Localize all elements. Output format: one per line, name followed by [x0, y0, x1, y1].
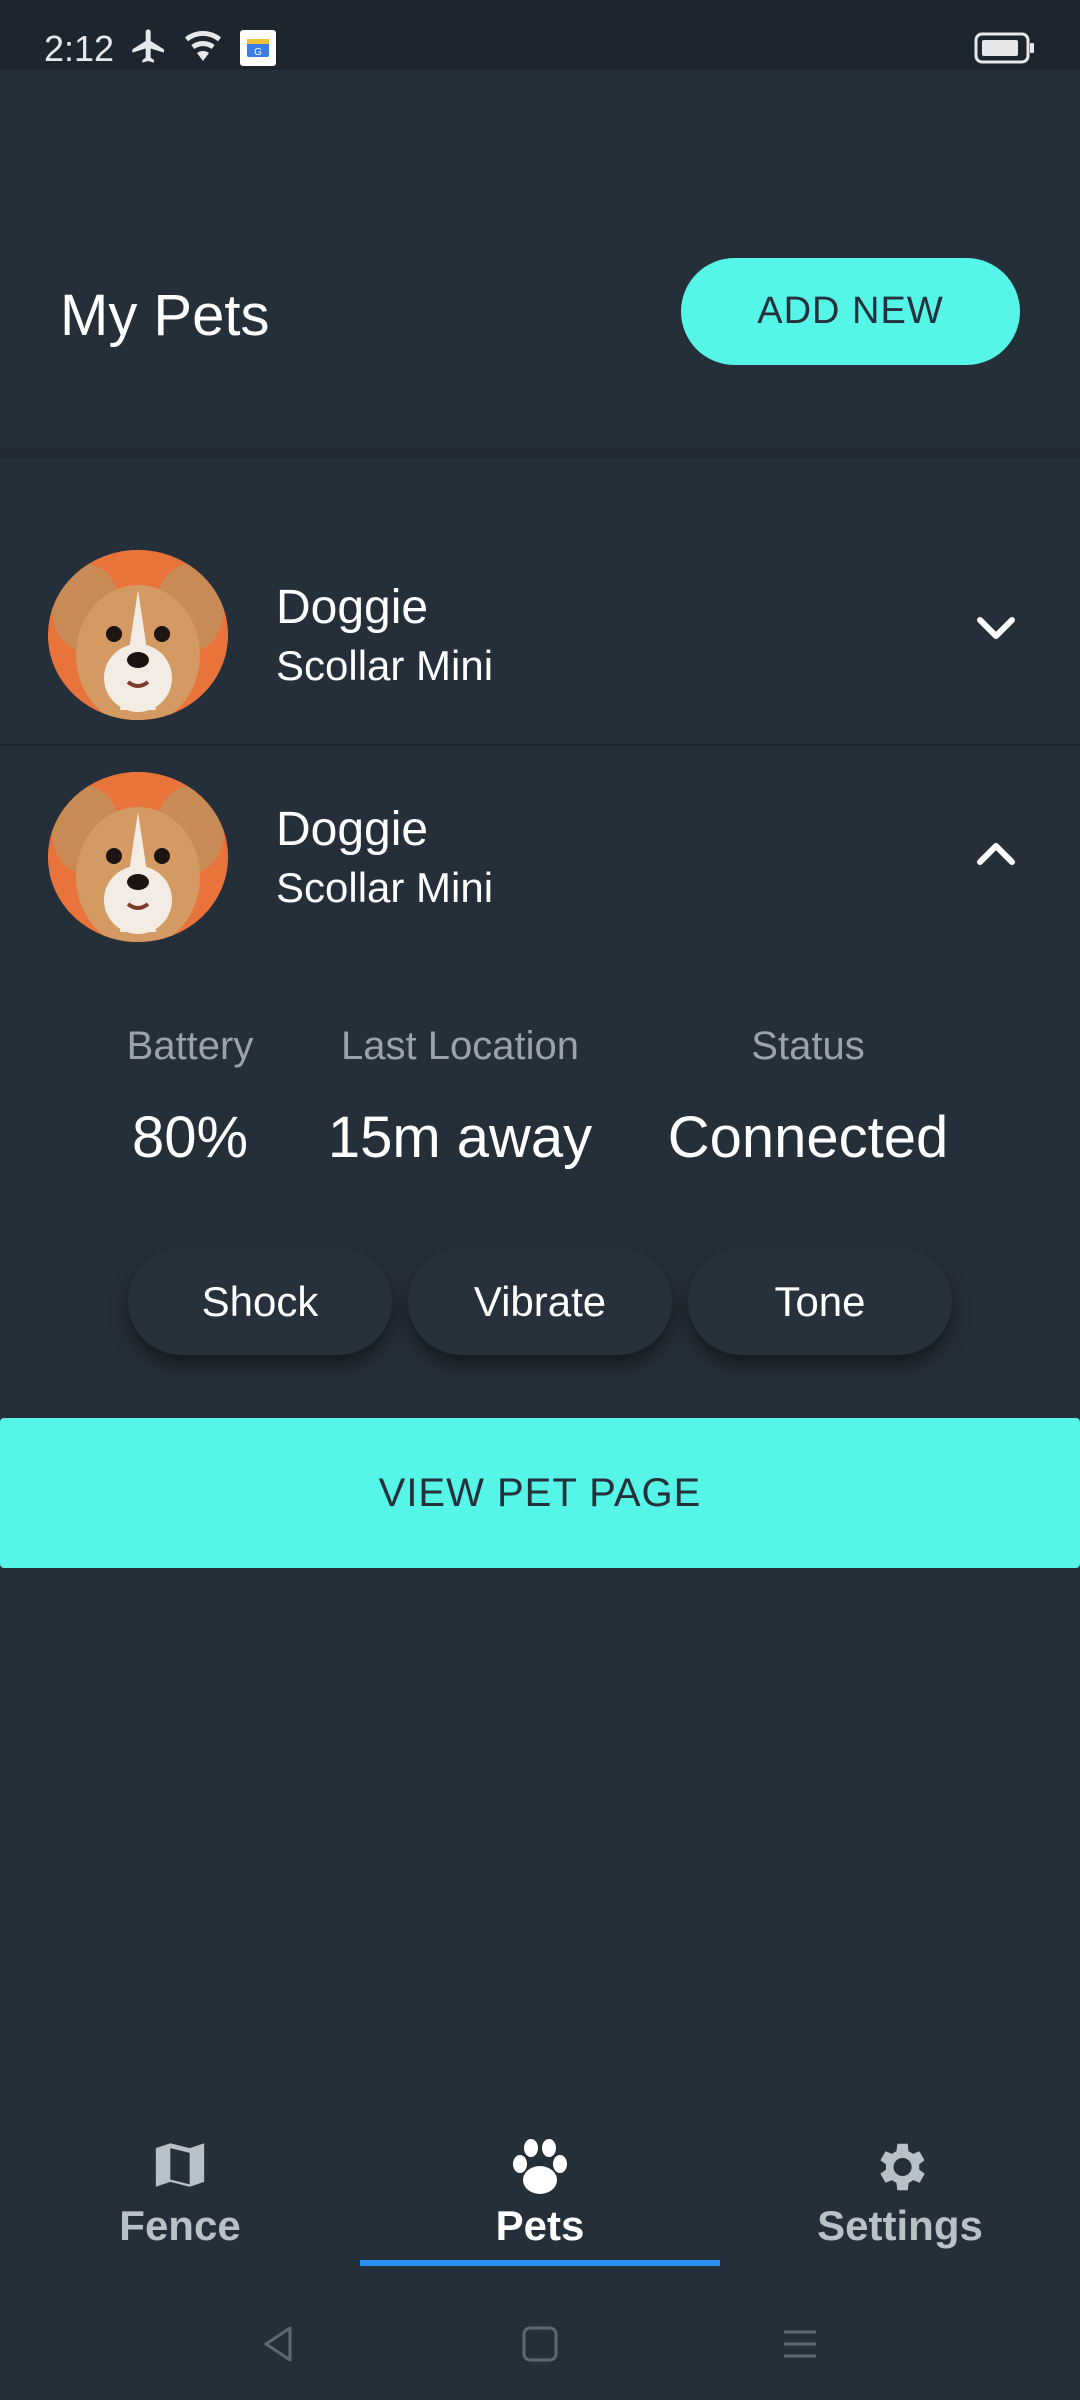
row-divider: [0, 744, 1080, 746]
home-icon[interactable]: [518, 2322, 562, 2371]
battery-value: 80%: [131, 1105, 249, 1170]
recents-icon[interactable]: [778, 2322, 822, 2371]
gear-icon: [869, 2136, 931, 2203]
chevron-up-icon[interactable]: [972, 834, 1020, 875]
status-value: Connected: [667, 1105, 949, 1170]
add-new-button[interactable]: ADD NEW: [681, 258, 1020, 365]
pet-list-item[interactable]: Doggie Scollar Mini: [0, 752, 1080, 972]
svg-text:G: G: [254, 47, 262, 58]
wifi-icon: [182, 26, 224, 71]
back-icon[interactable]: [256, 2322, 300, 2371]
pet-model: Scollar Mini: [276, 864, 494, 911]
last-location-label: Last Location: [341, 1024, 579, 1068]
chevron-down-icon[interactable]: [972, 612, 1020, 653]
nav-item-pets[interactable]: Pets: [360, 2100, 720, 2270]
paw-icon: [508, 2136, 572, 2203]
nav-label: Settings: [817, 2202, 983, 2249]
battery-icon: [974, 32, 1036, 69]
status-time: 2:12: [44, 28, 115, 69]
last-location-value: 15m away: [327, 1105, 593, 1170]
status-bar: 2:12 G: [0, 0, 1080, 70]
status-label: Status: [751, 1024, 865, 1068]
tone-button[interactable]: Tone: [688, 1248, 952, 1355]
notification-app-icon: G: [240, 30, 276, 71]
pet-avatar: [48, 550, 228, 720]
nav-label: Fence: [119, 2202, 241, 2249]
system-nav-bar: [0, 2290, 1080, 2400]
nav-label: Pets: [495, 2202, 585, 2249]
pet-name: Doggie: [276, 803, 429, 856]
header-divider: [0, 448, 1080, 458]
airplane-mode-icon: [128, 26, 170, 71]
nav-item-fence[interactable]: Fence: [0, 2100, 360, 2270]
active-tab-indicator: [360, 2260, 720, 2266]
pet-model: Scollar Mini: [276, 642, 494, 689]
page-title: My Pets: [60, 283, 270, 348]
pet-avatar: [48, 772, 228, 942]
battery-label: Battery: [126, 1024, 254, 1068]
vibrate-button[interactable]: Vibrate: [408, 1248, 672, 1355]
nav-item-settings[interactable]: Settings: [720, 2100, 1080, 2270]
pet-name: Doggie: [276, 581, 429, 634]
bottom-nav: Fence Pets Settings: [0, 2100, 1080, 2270]
view-pet-page-button[interactable]: VIEW PET PAGE: [0, 1418, 1080, 1568]
map-icon: [150, 2136, 210, 2199]
pet-list-item[interactable]: Doggie Scollar Mini: [0, 530, 1080, 750]
shock-button[interactable]: Shock: [128, 1248, 392, 1355]
